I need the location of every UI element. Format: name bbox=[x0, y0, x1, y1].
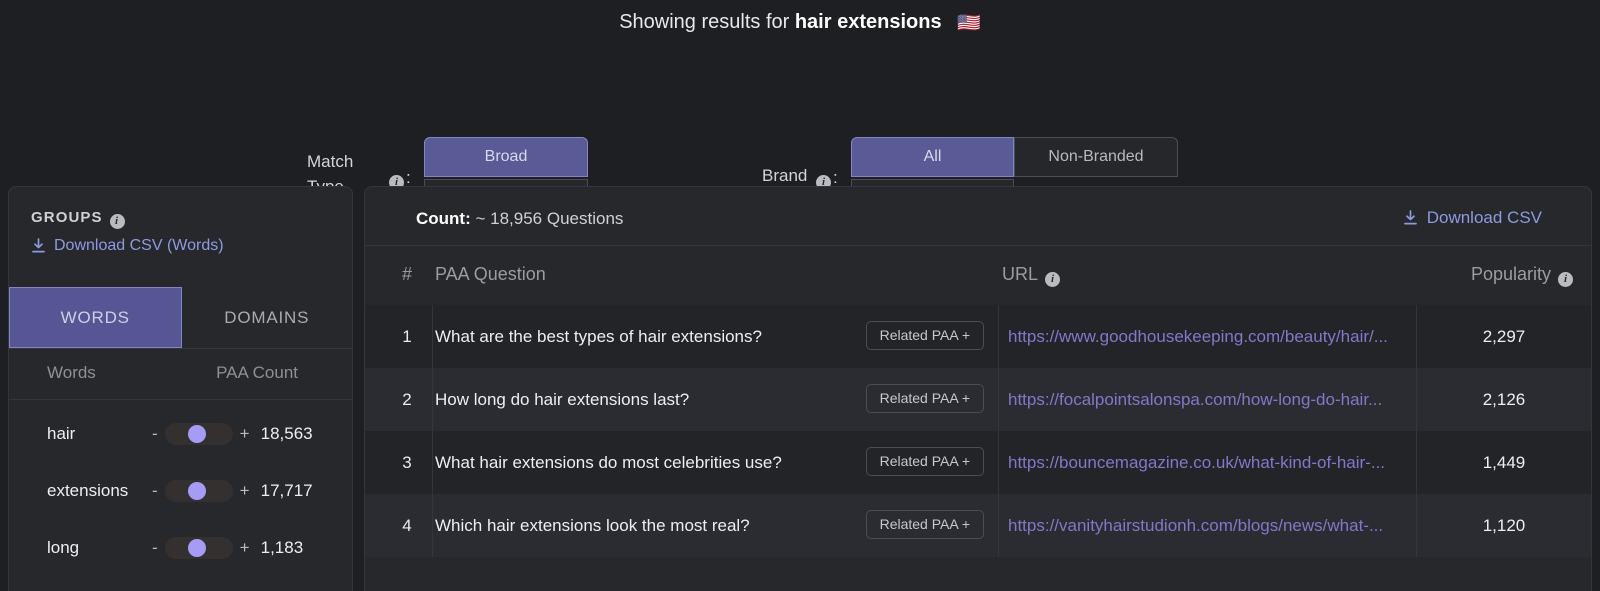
row-number: 1 bbox=[382, 305, 433, 368]
info-icon[interactable]: i bbox=[1558, 272, 1573, 287]
search-term: hair extensions bbox=[794, 11, 942, 33]
word-minus-button[interactable]: - bbox=[152, 481, 158, 501]
row-question-cell: How long do hair extensions last? Relate… bbox=[433, 368, 999, 431]
word-row: long - + 1,183 bbox=[9, 520, 352, 576]
word-label: hair bbox=[47, 424, 76, 443]
row-number: 4 bbox=[382, 494, 433, 557]
word-plus-button[interactable]: + bbox=[240, 538, 250, 558]
row-url-link[interactable]: https://www.goodhousekeeping.com/beauty/… bbox=[1008, 327, 1388, 347]
related-paa-button[interactable]: Related PAA + bbox=[865, 510, 984, 539]
brand-non-branded-button[interactable]: Non-Branded bbox=[1014, 137, 1178, 177]
word-plus-button[interactable]: + bbox=[240, 481, 250, 501]
word-row: extensions - + 17,717 bbox=[9, 463, 352, 519]
column-header-number: # bbox=[401, 264, 412, 284]
row-question-cell: Which hair extensions look the most real… bbox=[433, 494, 999, 557]
download-csv-words-label: Download CSV (Words) bbox=[54, 237, 224, 254]
word-paa-count: 18,563 bbox=[260, 424, 313, 443]
slider-thumb[interactable] bbox=[187, 482, 206, 500]
tab-words[interactable]: WORDS bbox=[9, 287, 182, 348]
related-paa-button[interactable]: Related PAA + bbox=[865, 447, 984, 476]
word-slider[interactable] bbox=[164, 423, 233, 445]
row-url-cell: https://www.goodhousekeeping.com/beauty/… bbox=[999, 305, 1417, 368]
groups-title-text: GROUPS bbox=[31, 209, 103, 226]
brand-all-button[interactable]: All bbox=[851, 137, 1014, 177]
table-row[interactable]: 2 How long do hair extensions last? Rela… bbox=[365, 368, 1591, 431]
question-count: Count: ~ 18,956 Questions bbox=[416, 209, 623, 229]
results-table-header: # PAA Question URL i Popularity i bbox=[365, 246, 1591, 305]
brand-colon: : bbox=[833, 168, 838, 187]
word-row: hair - + 18,563 bbox=[9, 406, 352, 462]
words-table-header: Words PAA Count bbox=[9, 350, 352, 400]
groups-title: GROUPS i bbox=[31, 209, 125, 229]
slider-thumb[interactable] bbox=[187, 425, 206, 443]
filters-bar: Match Type i: Broad Phrase Brand i: All … bbox=[0, 60, 1600, 219]
download-icon bbox=[31, 238, 46, 254]
row-popularity: 2,126 bbox=[1482, 389, 1526, 409]
word-stepper: - + 18,563 bbox=[152, 423, 313, 445]
slider-thumb[interactable] bbox=[187, 539, 206, 557]
column-header-question: PAA Question bbox=[435, 264, 546, 284]
row-url-cell: https://bouncemagazine.co.uk/what-kind-o… bbox=[999, 431, 1417, 494]
related-paa-button[interactable]: Related PAA + bbox=[865, 384, 984, 413]
brand-label: Brand bbox=[762, 166, 808, 185]
row-question-cell: What are the best types of hair extensio… bbox=[433, 305, 999, 368]
word-minus-button[interactable]: - bbox=[152, 424, 158, 444]
match-type-broad-button[interactable]: Broad bbox=[424, 137, 588, 177]
column-header-url: URL i bbox=[1002, 264, 1061, 287]
row-url-cell: https://vanityhairstudionh.com/blogs/new… bbox=[999, 494, 1417, 557]
related-paa-button[interactable]: Related PAA + bbox=[865, 321, 984, 350]
showing-results-label: Showing results for bbox=[619, 11, 790, 33]
word-stepper: - + 17,717 bbox=[152, 480, 313, 502]
download-csv-words-link[interactable]: Download CSV (Words) bbox=[31, 237, 224, 255]
row-number: 3 bbox=[382, 431, 433, 494]
word-slider[interactable] bbox=[164, 480, 233, 502]
word-paa-count: 1,183 bbox=[260, 538, 304, 557]
us-flag-icon: 🇺🇸 bbox=[957, 13, 981, 34]
info-icon[interactable]: i bbox=[109, 214, 125, 229]
count-bar: Count: ~ 18,956 Questions Download CSV bbox=[365, 187, 1591, 246]
row-url-link[interactable]: https://bouncemagazine.co.uk/what-kind-o… bbox=[1008, 453, 1385, 473]
results-panel: Count: ~ 18,956 Questions Download CSV #… bbox=[364, 186, 1592, 591]
count-label: Count: bbox=[416, 209, 471, 228]
word-minus-button[interactable]: - bbox=[152, 538, 158, 558]
count-value: ~ 18,956 Questions bbox=[470, 209, 624, 228]
groups-panel: GROUPS i Download CSV (Words) WORDS DOMAI… bbox=[8, 186, 353, 591]
word-label: long bbox=[47, 538, 80, 557]
paa-count-column-header: PAA Count bbox=[216, 363, 298, 382]
tab-domains[interactable]: DOMAINS bbox=[182, 287, 353, 348]
word-slider[interactable] bbox=[164, 537, 233, 559]
row-question-text: What hair extensions do most celebrities… bbox=[435, 452, 782, 472]
row-url-link[interactable]: https://vanityhairstudionh.com/blogs/new… bbox=[1008, 516, 1383, 536]
table-row[interactable]: 1 What are the best types of hair extens… bbox=[365, 305, 1591, 368]
info-icon[interactable]: i bbox=[1045, 272, 1061, 287]
groups-tabs: WORDS DOMAINS bbox=[9, 287, 352, 349]
row-question-text: How long do hair extensions last? bbox=[435, 389, 690, 409]
table-row[interactable]: 3 What hair extensions do most celebriti… bbox=[365, 431, 1591, 494]
word-label: extensions bbox=[47, 481, 129, 500]
row-question-text: What are the best types of hair extensio… bbox=[435, 326, 762, 346]
download-csv-link[interactable]: Download CSV bbox=[1403, 208, 1542, 228]
row-url-link[interactable]: https://focalpointsalonspa.com/how-long-… bbox=[1008, 390, 1382, 410]
words-column-header: Words bbox=[47, 363, 96, 382]
word-stepper: - + 1,183 bbox=[152, 537, 303, 559]
row-popularity: 1,120 bbox=[1482, 515, 1526, 535]
word-plus-button[interactable]: + bbox=[240, 424, 250, 444]
column-header-url-text: URL bbox=[1002, 264, 1039, 284]
word-paa-count: 17,717 bbox=[260, 481, 313, 500]
row-popularity: 2,297 bbox=[1482, 326, 1526, 346]
column-header-popularity: Popularity i bbox=[1471, 264, 1573, 287]
row-number: 2 bbox=[382, 368, 433, 431]
match-type-colon: : bbox=[406, 168, 411, 187]
showing-results-bar: Showing results for hair extensions 🇺🇸 bbox=[0, 8, 1600, 38]
row-url-cell: https://focalpointsalonspa.com/how-long-… bbox=[999, 368, 1417, 431]
download-csv-label: Download CSV bbox=[1426, 208, 1542, 227]
column-header-popularity-text: Popularity bbox=[1470, 264, 1551, 284]
row-popularity: 1,449 bbox=[1482, 452, 1526, 472]
table-row[interactable]: 4 Which hair extensions look the most re… bbox=[365, 494, 1591, 557]
row-question-text: Which hair extensions look the most real… bbox=[435, 515, 750, 535]
row-question-cell: What hair extensions do most celebrities… bbox=[433, 431, 999, 494]
download-icon bbox=[1403, 210, 1418, 226]
